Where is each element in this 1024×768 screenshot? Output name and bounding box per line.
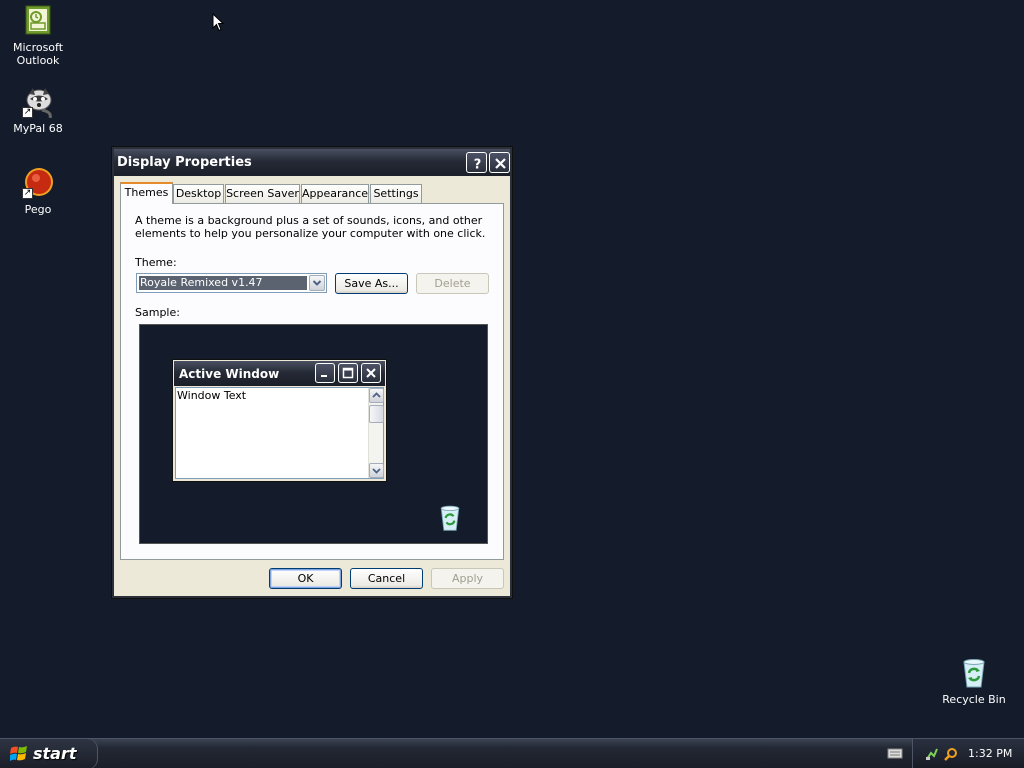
desktop-icon-pego[interactable]: ↗ Pego — [0, 167, 76, 216]
chevron-down-icon — [312, 280, 322, 286]
theme-dropdown-button[interactable] — [309, 275, 325, 291]
recycle-bin-icon — [958, 657, 990, 689]
tab-appearance[interactable]: Appearance — [301, 184, 369, 203]
theme-sample-preview: Active Window Window Text — [139, 324, 488, 544]
scroll-up-button — [369, 388, 384, 403]
chevron-down-icon — [372, 468, 381, 474]
tab-settings[interactable]: Settings — [370, 184, 422, 203]
display-properties-dialog: Display Properties ? Themes Desktop Scre… — [111, 146, 513, 599]
maximize-icon — [342, 367, 354, 379]
desktop-icon-mypal[interactable]: ↗ MyPal 68 — [0, 86, 76, 135]
mouse-cursor-icon — [212, 13, 224, 32]
scroll-thumb — [369, 405, 384, 423]
chevron-up-icon — [372, 392, 381, 398]
windows-logo-icon — [10, 746, 27, 761]
start-button[interactable]: start — [0, 739, 98, 768]
sample-maximize-button — [338, 363, 358, 383]
shortcut-arrow-icon: ↗ — [22, 107, 33, 118]
tab-screen-saver[interactable]: Screen Saver — [225, 184, 300, 203]
theme-dropdown[interactable]: Royale Remixed v1.47 — [136, 273, 327, 293]
taskbar: start 1:32 PM — [0, 738, 1024, 768]
outlook-icon — [22, 5, 54, 37]
tab-themes[interactable]: Themes — [120, 182, 173, 204]
help-button[interactable]: ? — [466, 152, 487, 173]
dialog-titlebar[interactable]: Display Properties ? — [114, 149, 510, 176]
start-label: start — [33, 744, 77, 763]
apply-button[interactable]: Apply — [431, 568, 504, 589]
sample-window-body: Window Text — [175, 387, 384, 479]
close-icon — [495, 158, 506, 169]
ok-button[interactable]: OK — [269, 568, 342, 589]
pego-icon: ↗ — [22, 167, 54, 199]
desktop-icon-label: Pego — [24, 203, 52, 216]
desktop-icon-label: Recycle Bin — [942, 693, 1006, 706]
close-icon — [366, 368, 376, 378]
sample-window-title: Active Window — [179, 367, 280, 381]
desktop-icon-label: MyPal 68 — [13, 122, 63, 135]
minimize-icon — [321, 375, 327, 377]
help-icon: ? — [474, 158, 482, 171]
delete-button[interactable]: Delete — [416, 273, 489, 294]
mypal-icon: ↗ — [22, 86, 54, 119]
close-button[interactable] — [489, 152, 510, 173]
sample-window-text: Window Text — [177, 389, 247, 402]
theme-description: A theme is a background plus a set of so… — [135, 214, 486, 240]
clock[interactable]: 1:32 PM — [968, 747, 1012, 760]
svg-text:?: ? — [474, 158, 482, 171]
sample-window-titlebar: Active Window — [174, 361, 385, 386]
theme-dropdown-value: Royale Remixed v1.47 — [139, 276, 307, 290]
network-icon[interactable] — [925, 747, 939, 761]
dialog-title: Display Properties — [117, 155, 252, 170]
search-icon[interactable] — [944, 747, 958, 761]
sample-minimize-button — [315, 363, 335, 383]
cancel-button[interactable]: Cancel — [350, 568, 423, 589]
themes-panel: A theme is a background plus a set of so… — [120, 203, 504, 560]
system-tray: 1:32 PM — [912, 739, 1024, 768]
sample-scrollbar — [368, 388, 384, 478]
sample-close-button — [361, 363, 381, 383]
desktop-icon-recycle-bin[interactable]: Recycle Bin — [936, 657, 1012, 706]
shortcut-arrow-icon: ↗ — [22, 188, 33, 199]
sample-active-window: Active Window Window Text — [172, 359, 387, 482]
tab-desktop[interactable]: Desktop — [173, 184, 224, 203]
theme-label: Theme: — [135, 256, 177, 269]
desktop-icon-label: Microsoft Outlook — [12, 41, 64, 67]
scroll-down-button — [369, 463, 384, 478]
save-as-button[interactable]: Save As... — [335, 273, 408, 294]
keyboard-icon[interactable] — [887, 746, 903, 760]
sample-label: Sample: — [135, 306, 180, 319]
desktop-icon-outlook[interactable]: Microsoft Outlook — [0, 5, 76, 67]
sample-recycle-bin-icon — [440, 505, 460, 531]
